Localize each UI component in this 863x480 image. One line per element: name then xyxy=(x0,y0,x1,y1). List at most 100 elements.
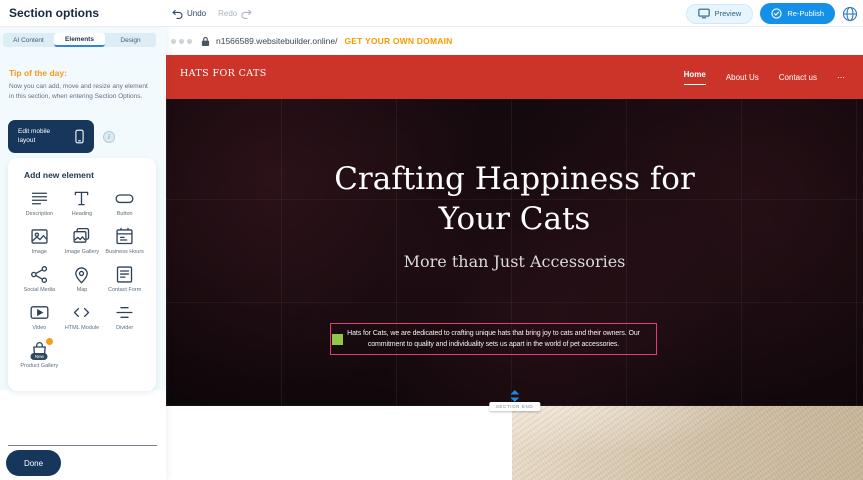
element-item-label: Social Media xyxy=(24,287,56,294)
element-item-label: Image xyxy=(32,249,47,256)
undo-button[interactable]: Undo xyxy=(172,9,206,19)
site-preview-area: n1566589.websitebuilder.online/ GET YOUR… xyxy=(166,27,863,480)
contact-form-icon xyxy=(114,264,135,285)
hero-section[interactable]: Crafting Happiness for Your Cats More th… xyxy=(166,99,863,406)
site-url: n1566589.websitebuilder.online/ xyxy=(216,36,337,46)
map-pin-icon xyxy=(71,264,92,285)
element-item-label: Contact Form xyxy=(108,287,141,294)
element-item-label: Heading xyxy=(72,211,93,218)
app-root: Section options Undo Redo Preview xyxy=(0,0,863,480)
element-item-label: Video xyxy=(32,325,46,332)
site-nav: Home About Us Contact us ⋯ xyxy=(684,55,845,99)
next-section[interactable] xyxy=(166,406,863,480)
tab-label: AI Content xyxy=(13,37,44,44)
undo-redo-group: Undo Redo xyxy=(172,0,252,27)
nav-item-contact-us[interactable]: Contact us xyxy=(779,73,817,82)
resize-arrows-icon xyxy=(509,390,520,402)
element-item-map[interactable]: Map xyxy=(61,264,104,302)
nav-item-about-us[interactable]: About Us xyxy=(726,73,759,82)
site-header: HATS FOR CATS Home About Us Contact us ⋯ xyxy=(166,55,863,99)
get-domain-link[interactable]: GET YOUR OWN DOMAIN xyxy=(344,36,452,46)
element-item-label: Map xyxy=(77,287,88,294)
add-element-panel: Add new element Description Heading xyxy=(8,158,156,391)
carpet-image xyxy=(512,406,863,480)
element-item-image[interactable]: Image xyxy=(18,226,61,264)
topbar-actions: Preview Re-Publish xyxy=(686,0,858,27)
info-icon[interactable]: i xyxy=(103,131,115,143)
element-item-divider[interactable]: Divider xyxy=(103,302,146,340)
done-button[interactable]: Done xyxy=(6,450,61,476)
phone-icon xyxy=(75,129,84,144)
html-module-icon xyxy=(71,302,92,323)
image-icon xyxy=(29,226,50,247)
site-logo[interactable]: HATS FOR CATS xyxy=(180,68,267,79)
hero-paragraph-box[interactable]: Hats for Cats, we are dedicated to craft… xyxy=(330,323,657,355)
browser-bar: n1566589.websitebuilder.online/ GET YOUR… xyxy=(166,27,863,55)
mobile-layout-row: Edit mobile layout i xyxy=(8,120,115,153)
element-item-label: Description xyxy=(26,211,54,218)
lock-icon xyxy=(201,36,210,47)
element-item-social-media[interactable]: Social Media xyxy=(18,264,61,302)
topbar: Section options Undo Redo Preview xyxy=(0,0,863,27)
element-item-label: Button xyxy=(117,211,133,218)
element-item-heading[interactable]: Heading xyxy=(61,188,104,226)
browser-dot xyxy=(179,39,184,44)
page-title: Section options xyxy=(9,6,99,20)
element-item-button[interactable]: Button xyxy=(103,188,146,226)
element-item-label: HTML Module xyxy=(65,325,99,332)
redo-label: Redo xyxy=(218,9,237,18)
section-end-label: SECTION END xyxy=(489,402,540,411)
website-canvas: HATS FOR CATS Home About Us Contact us ⋯… xyxy=(166,55,863,480)
element-item-label: Divider xyxy=(116,325,133,332)
globe-icon[interactable] xyxy=(842,6,858,22)
hero-heading-line: Your Cats xyxy=(166,199,863,239)
element-item-html-module[interactable]: HTML Module xyxy=(61,302,104,340)
element-item-image-gallery[interactable]: Image Gallery xyxy=(61,226,104,264)
edit-mobile-label: Edit mobile layout xyxy=(18,128,68,145)
divider-icon xyxy=(114,302,135,323)
browser-dots xyxy=(171,39,192,44)
redo-button[interactable]: Redo xyxy=(218,9,252,19)
new-badge: New xyxy=(31,353,48,360)
add-panel-title: Add new element xyxy=(8,158,156,180)
heading-icon xyxy=(71,188,92,209)
hero-subheading[interactable]: More than Just Accessories xyxy=(166,252,863,271)
element-item-description[interactable]: Description xyxy=(18,188,61,226)
element-item-video[interactable]: Video xyxy=(18,302,61,340)
business-hours-icon xyxy=(114,226,135,247)
button-icon xyxy=(114,188,135,209)
nav-more-icon[interactable]: ⋯ xyxy=(837,73,845,82)
browser-dot xyxy=(171,39,176,44)
redo-icon xyxy=(241,9,252,19)
sidebar: AI Content Elements Design Tip of the da… xyxy=(0,27,166,480)
video-icon xyxy=(29,302,50,323)
element-item-label: Business Hours xyxy=(105,249,144,256)
check-circle-icon xyxy=(771,8,782,19)
tab-design[interactable]: Design xyxy=(105,33,156,47)
nav-item-home[interactable]: Home xyxy=(684,70,706,85)
element-handle-icon[interactable] xyxy=(332,334,343,345)
edit-mobile-layout-button[interactable]: Edit mobile layout xyxy=(8,120,94,153)
tip-title: Tip of the day: xyxy=(9,68,150,78)
element-item-label: Image Gallery xyxy=(65,249,99,256)
preview-label: Preview xyxy=(715,9,742,18)
tab-label: Design xyxy=(120,37,140,44)
element-item-product-gallery[interactable]: New Product Gallery xyxy=(18,340,61,378)
hero-heading-line: Crafting Happiness for xyxy=(166,159,863,199)
sidebar-tabs: AI Content Elements Design xyxy=(3,33,156,47)
element-grid: Description Heading Button xyxy=(8,180,156,378)
section-resize-handle[interactable]: SECTION END xyxy=(489,390,540,411)
element-item-contact-form[interactable]: Contact Form xyxy=(103,264,146,302)
tab-ai-content[interactable]: AI Content xyxy=(3,33,54,47)
undo-label: Undo xyxy=(187,9,206,18)
sidebar-divider xyxy=(8,445,157,446)
description-icon xyxy=(29,188,50,209)
element-item-business-hours[interactable]: Business Hours xyxy=(103,226,146,264)
notification-dot-icon xyxy=(45,337,54,346)
hero-heading[interactable]: Crafting Happiness for Your Cats xyxy=(166,159,863,239)
tab-elements[interactable]: Elements xyxy=(54,33,105,47)
republish-button[interactable]: Re-Publish xyxy=(760,3,835,24)
tip-body: Now you can add, move and resize any ele… xyxy=(9,82,150,102)
preview-button[interactable]: Preview xyxy=(686,4,754,24)
element-item-label: Product Gallery xyxy=(20,363,58,370)
